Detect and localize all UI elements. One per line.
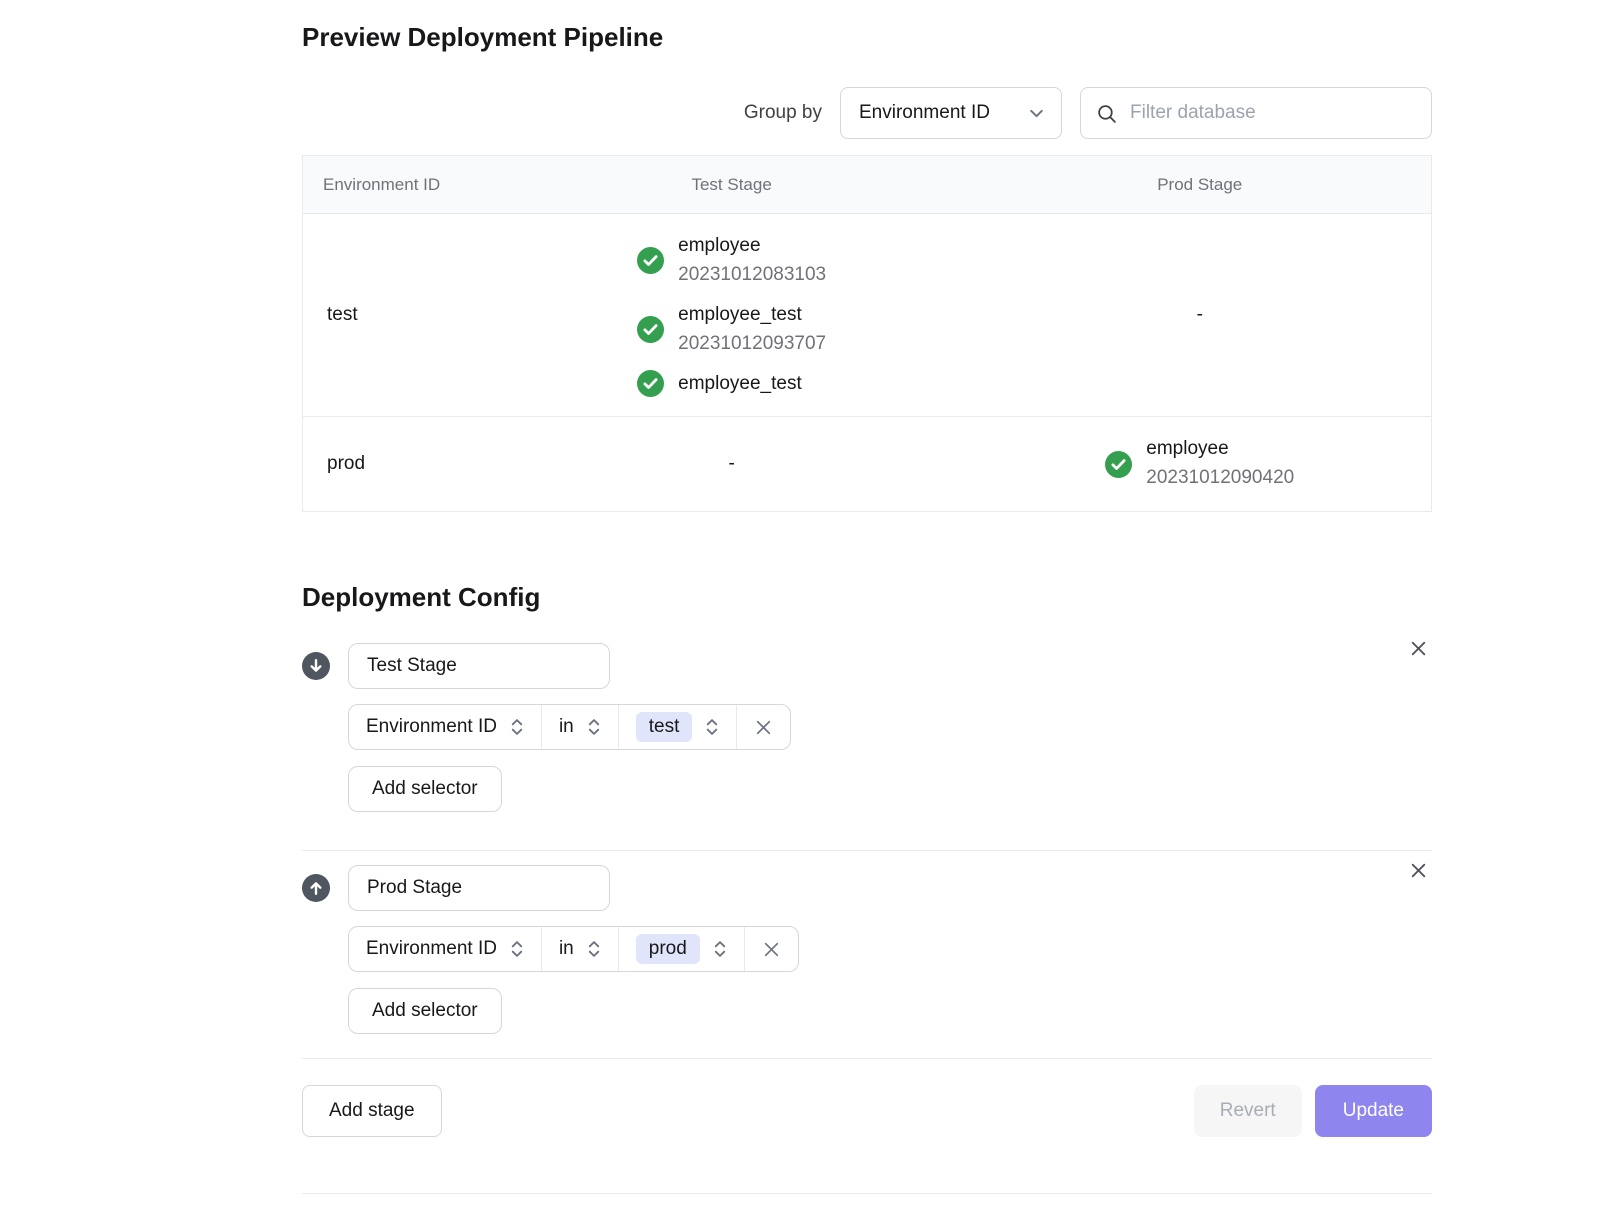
filter-database-input[interactable] <box>1128 101 1416 125</box>
footer-divider <box>302 1058 1432 1059</box>
database-name: employee_test <box>678 370 802 399</box>
update-button[interactable]: Update <box>1315 1085 1432 1137</box>
selector-value-tag: prod <box>636 934 700 964</box>
database-version: 20231012083103 <box>678 261 826 290</box>
selector-key-value: Environment ID <box>366 938 497 960</box>
database-version: 20231012090420 <box>1146 464 1294 493</box>
updown-chevron-icon <box>510 940 524 958</box>
remove-stage-button[interactable] <box>1405 635 1432 662</box>
database-item: employee 20231012083103 <box>637 232 826 290</box>
database-name: employee <box>678 232 826 261</box>
prod-stage-empty: - <box>969 214 1431 416</box>
search-icon <box>1096 103 1117 124</box>
column-header-environment-id: Environment ID <box>303 175 495 195</box>
add-selector-button[interactable]: Add selector <box>348 766 502 812</box>
database-name: employee_test <box>678 301 826 330</box>
page-title: Preview Deployment Pipeline <box>302 22 1432 53</box>
column-header-test-stage: Test Stage <box>495 175 969 195</box>
test-stage-empty: - <box>495 417 969 511</box>
group-by-selected-value: Environment ID <box>859 102 990 124</box>
updown-chevron-icon <box>587 940 601 958</box>
remove-selector-button[interactable] <box>744 927 798 971</box>
selector-key-value: Environment ID <box>366 716 497 738</box>
stage-config-prod: Environment ID in prod <box>302 865 1432 1034</box>
check-circle-icon <box>637 370 664 397</box>
pipeline-toolbar: Group by Environment ID <box>302 87 1432 139</box>
table-row: test employee 20231012083103 <box>303 214 1431 416</box>
table-header: Environment ID Test Stage Prod Stage <box>303 156 1431 214</box>
updown-chevron-icon <box>587 718 601 736</box>
filter-database-search[interactable] <box>1080 87 1432 139</box>
updown-chevron-icon <box>510 718 524 736</box>
selector-key-select[interactable]: Environment ID <box>349 705 541 749</box>
stage-config-test: Environment ID in test <box>302 643 1432 812</box>
close-icon <box>762 940 781 959</box>
environment-cell: test <box>303 214 495 416</box>
selector-operator-value: in <box>559 938 574 960</box>
deployment-pipeline-page: Preview Deployment Pipeline Group by Env… <box>302 22 1432 1194</box>
selector: Environment ID in prod <box>348 926 799 972</box>
selector: Environment ID in test <box>348 704 791 750</box>
column-header-prod-stage: Prod Stage <box>969 175 1431 195</box>
config-footer: Add stage Revert Update <box>302 1085 1432 1137</box>
selector-operator-select[interactable]: in <box>541 705 618 749</box>
environment-cell: prod <box>303 417 495 511</box>
stage-name-input[interactable] <box>348 643 610 689</box>
remove-stage-button[interactable] <box>1405 857 1432 884</box>
close-icon <box>1409 646 1428 661</box>
deployment-config-title: Deployment Config <box>302 582 1432 613</box>
selector-value-select[interactable]: test <box>618 705 737 749</box>
add-selector-button[interactable]: Add selector <box>348 988 502 1034</box>
bottom-divider <box>302 1193 1432 1194</box>
close-icon <box>754 718 773 737</box>
database-item: employee_test 20231012093707 <box>637 301 826 359</box>
test-stage-cell: employee 20231012083103 employee_test 20… <box>495 214 969 416</box>
database-name: employee <box>1146 435 1294 464</box>
selector-value-select[interactable]: prod <box>618 927 744 971</box>
group-by-select[interactable]: Environment ID <box>840 87 1062 139</box>
prod-stage-cell: employee 20231012090420 <box>969 417 1431 511</box>
table-row: prod - employee 20231012090420 <box>303 416 1431 511</box>
database-version: 20231012093707 <box>678 330 826 359</box>
check-circle-icon <box>637 316 664 343</box>
revert-button[interactable]: Revert <box>1194 1085 1302 1137</box>
stage-name-input[interactable] <box>348 865 610 911</box>
updown-chevron-icon <box>705 718 719 736</box>
close-icon <box>1409 868 1428 883</box>
check-circle-icon <box>1105 451 1132 478</box>
arrow-down-circle-icon <box>302 652 330 680</box>
selector-value-tag: test <box>636 712 693 742</box>
arrow-up-circle-icon <box>302 874 330 902</box>
pipeline-table: Environment ID Test Stage Prod Stage tes… <box>302 155 1432 512</box>
selector-operator-select[interactable]: in <box>541 927 618 971</box>
database-item: employee 20231012090420 <box>1105 435 1294 493</box>
selector-key-select[interactable]: Environment ID <box>349 927 541 971</box>
selector-operator-value: in <box>559 716 574 738</box>
stage-divider <box>302 850 1432 851</box>
updown-chevron-icon <box>713 940 727 958</box>
chevron-down-icon <box>1028 105 1045 122</box>
add-stage-button[interactable]: Add stage <box>302 1085 442 1137</box>
remove-selector-button[interactable] <box>736 705 790 749</box>
group-by-label: Group by <box>744 102 822 124</box>
database-item: employee_test <box>637 370 802 399</box>
check-circle-icon <box>637 247 664 274</box>
